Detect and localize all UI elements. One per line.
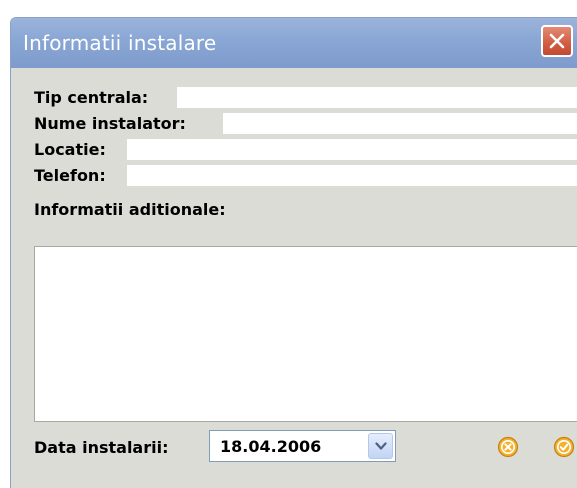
telefon-label: Telefon: <box>34 166 106 185</box>
tip-centrala-input[interactable] <box>177 87 577 108</box>
nume-instalator-label: Nume instalator: <box>34 114 186 133</box>
window-title: Informatii instalare <box>23 31 217 55</box>
close-icon <box>549 33 565 49</box>
title-bar[interactable]: Informatii instalare <box>11 18 577 68</box>
installation-info-dialog: Informatii instalare Tip centrala: Nume … <box>10 17 577 488</box>
cancel-button[interactable] <box>497 436 519 458</box>
check-icon <box>553 436 575 458</box>
nume-instalator-input[interactable] <box>223 113 577 134</box>
informatii-aditionale-textarea[interactable] <box>34 246 577 422</box>
tip-centrala-label: Tip centrala: <box>34 88 149 107</box>
telefon-input[interactable] <box>127 165 577 186</box>
chevron-down-icon <box>375 442 387 450</box>
cancel-icon <box>497 436 519 458</box>
close-button[interactable] <box>541 25 573 57</box>
confirm-button[interactable] <box>553 436 575 458</box>
informatii-aditionale-label: Informatii aditionale: <box>34 200 226 219</box>
data-instalarii-label: Data instalarii: <box>34 438 169 457</box>
date-picker[interactable]: 18.04.2006 <box>209 430 396 462</box>
date-value[interactable]: 18.04.2006 <box>220 437 321 456</box>
locatie-label: Locatie: <box>34 140 106 159</box>
locatie-input[interactable] <box>127 139 577 160</box>
date-dropdown-button[interactable] <box>368 433 393 459</box>
